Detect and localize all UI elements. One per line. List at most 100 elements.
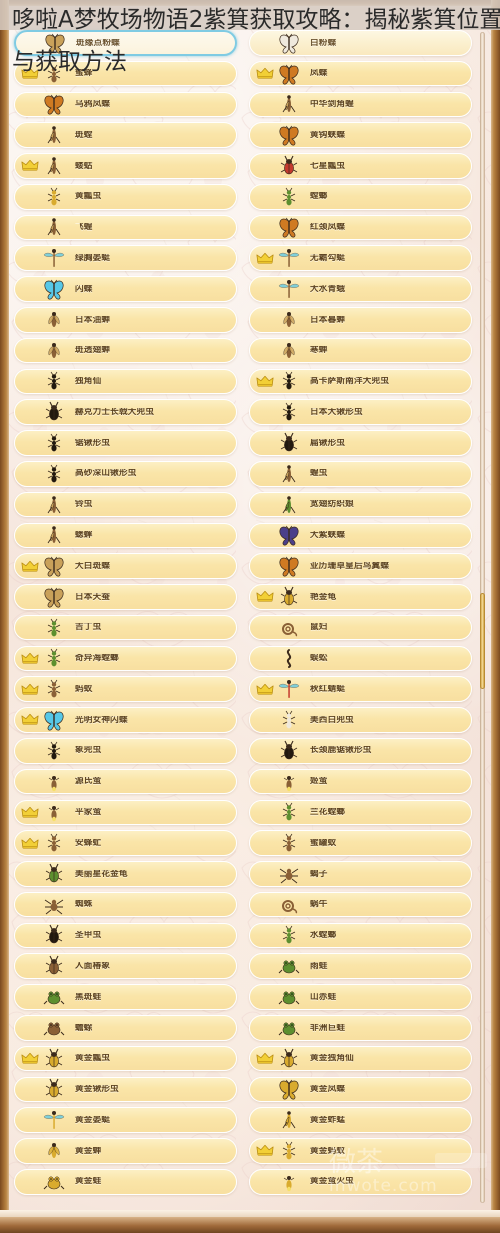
list-item[interactable]: 黄金晏蜓 bbox=[14, 1107, 237, 1133]
list-item[interactable]: 美西白兜虫 bbox=[249, 707, 472, 733]
list-item[interactable]: 兰花螳螂 bbox=[249, 799, 472, 826]
list-item[interactable]: 乌鸦凤蝶 bbox=[14, 91, 237, 118]
list-item[interactable]: 蜜罐蚁 bbox=[249, 830, 472, 856]
list-item[interactable]: 蟾蜍 bbox=[14, 1015, 237, 1041]
list-item[interactable]: 飞蝗 bbox=[14, 214, 237, 241]
list-item[interactable]: 高砂深山锹形虫 bbox=[14, 460, 237, 487]
crown-icon bbox=[21, 651, 39, 665]
list-item-label: 长颈鹿锯锹形虫 bbox=[310, 746, 372, 756]
list-item[interactable]: 黑斑蛙 bbox=[14, 984, 237, 1010]
list-item[interactable]: 安蜂虻 bbox=[14, 830, 237, 856]
list-item[interactable]: 黄金蛙 bbox=[14, 1168, 237, 1195]
list-item[interactable]: 七星瓢虫 bbox=[249, 153, 472, 179]
jewel-beetle-icon bbox=[41, 617, 67, 639]
crown-icon bbox=[256, 1144, 274, 1158]
crown-icon bbox=[21, 1052, 39, 1066]
list-item[interactable]: 蝼蛄 bbox=[14, 153, 237, 179]
butterfly-icon bbox=[42, 32, 68, 54]
list-item-label: 秋红蜻蜓 bbox=[310, 684, 346, 694]
frame-right bbox=[491, 0, 500, 1233]
list-item[interactable]: 长颈鹿锯锹形虫 bbox=[249, 737, 472, 764]
list-item[interactable]: 大水青蛾 bbox=[249, 276, 472, 302]
list-item-label: 独角仙 bbox=[75, 377, 102, 386]
ant-icon bbox=[41, 678, 67, 700]
list-item[interactable]: 闪蝶 bbox=[14, 276, 237, 302]
list-item[interactable]: 蝎子 bbox=[249, 861, 472, 887]
list-item-label: 水螳螂 bbox=[310, 931, 337, 940]
list-item[interactable]: 黄金瓢虫 bbox=[14, 1045, 237, 1072]
list-item[interactable]: 亚历珊卓皇后鸟翼蝶 bbox=[249, 553, 472, 579]
list-item[interactable]: 黄金锹形虫 bbox=[14, 1076, 237, 1103]
list-item-label: 黄金萤火虫 bbox=[310, 1177, 354, 1186]
aphid-icon bbox=[41, 832, 67, 854]
list-item[interactable]: 蜘蛛 bbox=[14, 891, 237, 918]
list-item[interactable]: 黄钩蛱蝶 bbox=[249, 122, 472, 148]
list-item[interactable]: 日本暮蝉 bbox=[249, 307, 472, 333]
crown-icon bbox=[256, 67, 274, 81]
list-item[interactable]: 蝗虫 bbox=[249, 460, 472, 487]
list-item[interactable]: 宽翅纺织娘 bbox=[249, 491, 472, 518]
list-item[interactable]: 黄瓢虫 bbox=[14, 183, 237, 210]
list-item[interactable]: 铃虫 bbox=[14, 491, 237, 518]
list-item[interactable]: 锯锹形虫 bbox=[14, 430, 237, 456]
list-item[interactable]: 黄金萤火虫 bbox=[249, 1168, 472, 1195]
list-item[interactable]: 奇异海螳螂 bbox=[14, 645, 237, 672]
centipede-icon bbox=[276, 647, 302, 669]
stag-beetle-icon bbox=[41, 432, 67, 454]
list-item[interactable]: 雨蛙 bbox=[249, 953, 472, 980]
list-item[interactable]: 秋红蜻蜓 bbox=[249, 676, 472, 702]
list-item[interactable]: 蚂蚁 bbox=[14, 676, 237, 702]
crown-icon bbox=[256, 1052, 274, 1066]
list-item[interactable]: 斑螳 bbox=[14, 122, 237, 148]
list-item[interactable]: 中华剑角蝗 bbox=[249, 91, 472, 118]
list-item[interactable]: 蜜蜂 bbox=[14, 60, 237, 87]
list-item[interactable]: 黄金独角仙 bbox=[249, 1045, 472, 1072]
scrollbar-thumb[interactable] bbox=[480, 593, 485, 689]
list-item[interactable]: 光明女神闪蝶 bbox=[14, 707, 237, 733]
list-item[interactable]: 扁锹形虫 bbox=[249, 430, 472, 456]
list-item[interactable]: 非洲巨蛙 bbox=[249, 1015, 472, 1041]
list-item-label: 螳螂 bbox=[310, 192, 328, 201]
list-item[interactable]: 鼠妇 bbox=[249, 614, 472, 641]
list-item[interactable]: 象兜虫 bbox=[14, 737, 237, 764]
list-item[interactable]: 大紫蛱蝶 bbox=[249, 522, 472, 549]
list-item[interactable]: 黄金蚱蜢 bbox=[249, 1107, 472, 1133]
list-item[interactable]: 人面椿象 bbox=[14, 953, 237, 980]
scrollbar-track[interactable] bbox=[480, 32, 485, 1203]
list-item[interactable]: 白粉蝶 bbox=[249, 30, 472, 56]
list-item[interactable]: 吉丁虫 bbox=[14, 614, 237, 641]
list-item[interactable]: 斑透翅蝉 bbox=[14, 337, 237, 364]
list-item[interactable]: 美丽星花金龟 bbox=[14, 861, 237, 887]
list-item[interactable]: 螳螂 bbox=[249, 183, 472, 210]
list-item[interactable]: 独角仙 bbox=[14, 368, 237, 395]
list-item[interactable]: 山赤蛙 bbox=[249, 984, 472, 1010]
list-item[interactable]: 黄金蝉 bbox=[14, 1138, 237, 1164]
list-item[interactable]: 斑缘点粉蝶 bbox=[14, 30, 237, 56]
list-item[interactable]: 平家萤 bbox=[14, 799, 237, 826]
list-item[interactable]: 蜗牛 bbox=[249, 891, 472, 918]
list-item[interactable]: 绿胸晏蜓 bbox=[14, 245, 237, 272]
list-item[interactable]: 高卡萨斯南洋大兜虫 bbox=[249, 368, 472, 395]
golden-firefly-icon bbox=[276, 1171, 302, 1193]
list-item[interactable]: 红颈凤蝶 bbox=[249, 214, 472, 241]
cicada2-icon bbox=[41, 340, 67, 362]
list-item[interactable]: 日本天蚕 bbox=[14, 584, 237, 610]
list-item[interactable]: 无霸勾蜓 bbox=[249, 245, 472, 272]
list-item-label: 七星瓢虫 bbox=[310, 161, 346, 171]
list-item[interactable]: 圣甲虫 bbox=[14, 922, 237, 949]
list-item[interactable]: 日本大锹形虫 bbox=[249, 399, 472, 425]
list-item[interactable]: 水螳螂 bbox=[249, 922, 472, 949]
list-item[interactable]: 凤蝶 bbox=[249, 60, 472, 87]
list-item[interactable]: 蟋蟀 bbox=[14, 522, 237, 549]
list-item[interactable]: 寒蝉 bbox=[249, 337, 472, 364]
list-item[interactable]: 赫克力士长戟大兜虫 bbox=[14, 399, 237, 425]
list-item[interactable]: 大白斑蝶 bbox=[14, 553, 237, 579]
list-item[interactable]: 姬萤 bbox=[249, 768, 472, 795]
list-item[interactable]: 日本油蝉 bbox=[14, 307, 237, 333]
list-item[interactable]: 蜈蚣 bbox=[249, 645, 472, 672]
crown-icon bbox=[21, 67, 39, 81]
list-item[interactable]: 黄金蚂蚁 bbox=[249, 1138, 472, 1164]
list-item[interactable]: 源氏萤 bbox=[14, 768, 237, 795]
list-item[interactable]: 黄金凤蝶 bbox=[249, 1076, 472, 1103]
list-item[interactable]: 艳金龟 bbox=[249, 584, 472, 610]
